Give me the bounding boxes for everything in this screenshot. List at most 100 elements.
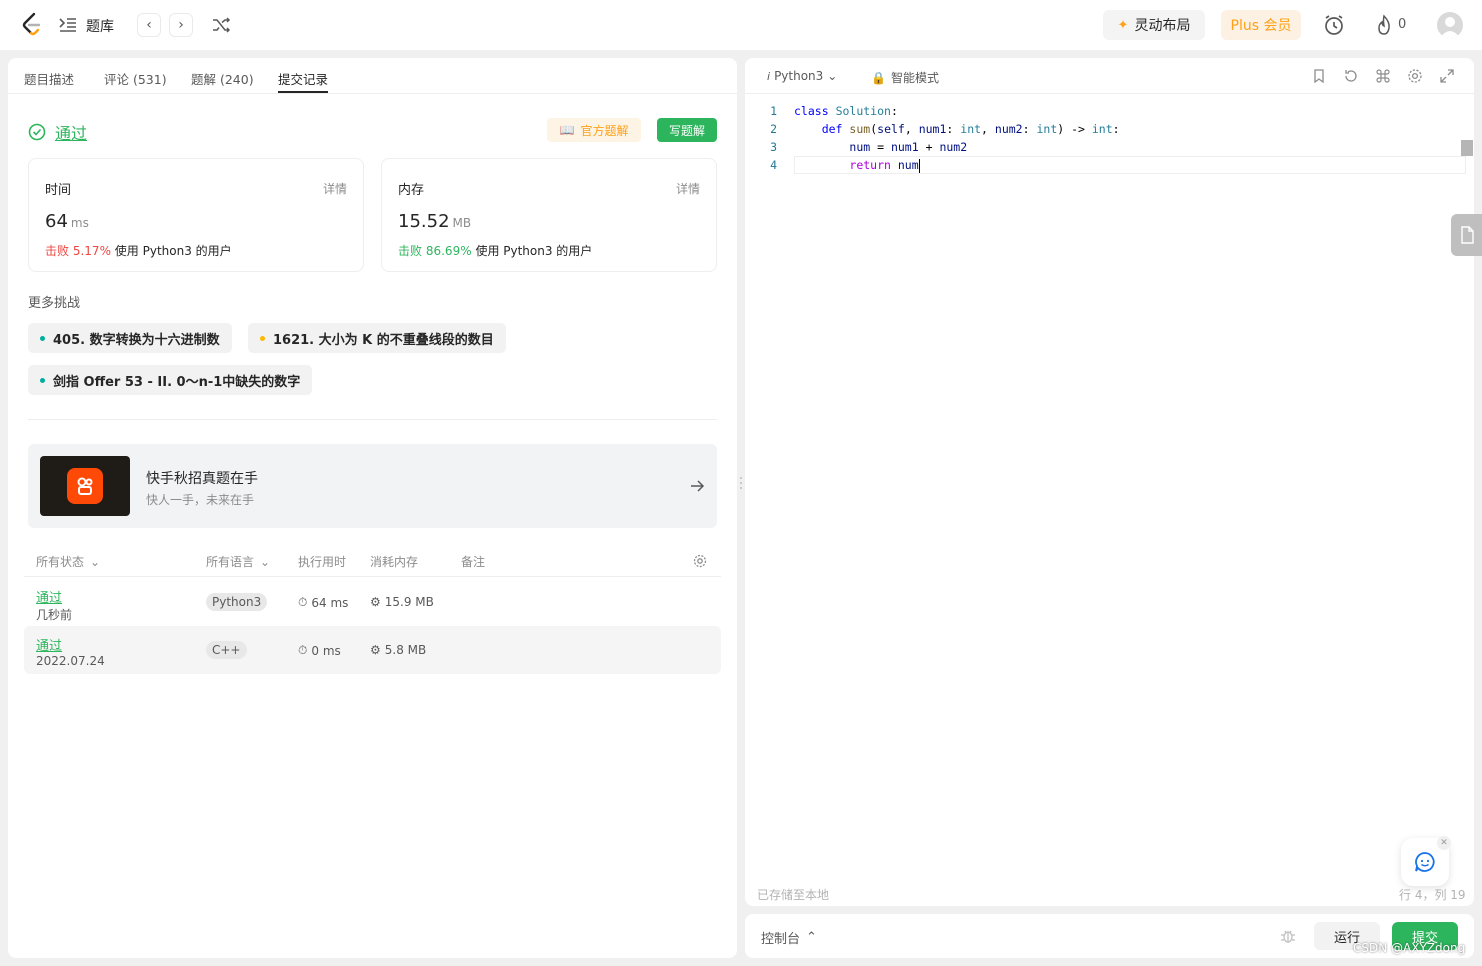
challenge-label: 剑指 Offer 53 - II. 0～n-1中缺失的数字 <box>53 374 301 390</box>
difficulty-dot <box>40 377 45 383</box>
bookmark-icon[interactable] <box>1311 68 1327 84</box>
avatar[interactable] <box>1437 12 1463 38</box>
tab-comments[interactable]: 评论 (531) <box>104 69 167 88</box>
close-icon[interactable]: ✕ <box>1437 836 1451 850</box>
code-editor-panel: i Python3 ⌄ 🔒 智能模式 1 class Solution: 2 d… <box>745 58 1474 906</box>
promo-banner[interactable]: 快手秋招真题在手 快人一手，未来在手 <box>28 444 717 528</box>
tab-submissions[interactable]: 提交记录 <box>278 69 328 88</box>
difficulty-dot <box>40 335 45 341</box>
language-filter-label: 所有语言 <box>206 555 255 569</box>
code-text: def sum(self, num1: int, num2: int) -> i… <box>821 122 1120 136</box>
check-circle-icon <box>28 123 46 141</box>
clock-icon: ⏱ <box>298 643 308 657</box>
runtime-beat-suffix: 使用 Python3 的用户 <box>114 244 232 258</box>
row-runtime: ⏱ 64 ms <box>298 595 348 610</box>
user-avatar-icon <box>1440 17 1460 38</box>
memory-header: 消耗内存 <box>370 555 419 569</box>
problem-bank-title[interactable]: 题库 <box>86 16 114 36</box>
chip-icon: ⚙ <box>370 595 381 609</box>
row-status[interactable]: 通过 <box>36 635 62 654</box>
fullscreen-icon[interactable] <box>1439 68 1455 84</box>
language-select[interactable]: i Python3 ⌄ <box>767 69 837 83</box>
table-row[interactable]: 通过 几秒前 Python3 ⏱ 64 ms ⚙ 15.9 MB <box>24 578 721 626</box>
line-number: 1 <box>770 104 777 118</box>
runtime-beat-prefix: 击败 <box>45 244 70 258</box>
kuaishou-logo-icon <box>67 468 103 504</box>
row-memory-value: 15.9 MB <box>384 595 434 609</box>
runtime-detail-link[interactable]: 详情 <box>323 180 347 197</box>
problem-list-icon[interactable] <box>58 15 78 35</box>
row-status[interactable]: 通过 <box>36 587 62 606</box>
row-time: 2022.07.24 <box>36 654 105 668</box>
notes-side-tab[interactable] <box>1451 214 1482 256</box>
next-problem-button[interactable]: › <box>169 13 193 37</box>
dynamic-layout-button[interactable]: ✦ 灵动布局 <box>1103 10 1205 40</box>
panel-resize-handle[interactable] <box>739 476 743 490</box>
row-time: 几秒前 <box>36 608 73 622</box>
fire-icon[interactable] <box>1375 14 1393 36</box>
active-tab-indicator <box>278 91 328 93</box>
row-memory-value: 5.8 MB <box>384 643 427 657</box>
scrollbar-thumb[interactable] <box>1461 140 1473 156</box>
memory-number: 15.52 <box>398 211 450 232</box>
code-line: 3 num = num1 + num2 <box>745 138 1474 156</box>
streak-count: 0 <box>1398 17 1407 32</box>
console-label: 控制台 <box>761 932 801 947</box>
status-filter[interactable]: 所有状态 ⌄ <box>36 553 100 570</box>
sparkle-icon: ✦ <box>1117 17 1129 33</box>
challenge-chip[interactable]: 剑指 Offer 53 - II. 0～n-1中缺失的数字 <box>28 365 313 395</box>
chevron-down-icon: ⌄ <box>90 554 101 569</box>
challenge-chip[interactable]: 405. 数字转换为十六进制数 <box>28 323 232 353</box>
row-runtime: ⏱ 0 ms <box>298 643 341 658</box>
more-challenges-title: 更多挑战 <box>28 296 81 311</box>
memory-beat-suffix: 使用 Python3 的用户 <box>475 244 593 258</box>
info-icon: i <box>767 69 771 83</box>
challenge-chip[interactable]: 1621. 大小为 K 的不重叠线段的数目 <box>248 323 506 353</box>
console-toggle[interactable]: 控制台 ⌃ <box>761 928 817 947</box>
chevron-right-icon: › <box>178 17 184 33</box>
reset-icon[interactable] <box>1343 68 1359 84</box>
code-area[interactable]: 1 class Solution: 2 def sum(self, num1: … <box>745 102 1474 174</box>
language-filter[interactable]: 所有语言 ⌄ <box>206 553 270 570</box>
memory-beat-percent: 86.69% <box>425 244 472 258</box>
prev-problem-button[interactable]: ‹ <box>137 13 161 37</box>
memory-unit: MB <box>452 216 472 230</box>
chevron-down-icon: ⌄ <box>827 69 838 83</box>
text-cursor <box>918 158 920 173</box>
line-number: 4 <box>770 158 777 172</box>
chat-icon <box>1415 852 1435 872</box>
official-solution-button[interactable]: 📖 官方题解 <box>547 118 641 142</box>
runtime-card: 时间 详情 64 ms 击败 5.17% 使用 Python3 的用户 <box>28 158 364 272</box>
table-row[interactable]: 通过 2022.07.24 C++ ⏱ 0 ms ⚙ 5.8 MB <box>24 626 721 674</box>
result-status-text[interactable]: 通过 <box>55 120 87 144</box>
tab-solutions[interactable]: 题解 (240) <box>191 69 254 88</box>
bug-icon[interactable] <box>1279 927 1297 945</box>
tab-description[interactable]: 题目描述 <box>24 69 74 88</box>
language-badge: Python3 <box>206 593 268 611</box>
promo-subtitle: 快人一手，未来在手 <box>146 493 255 507</box>
smart-mode-toggle[interactable]: 🔒 智能模式 <box>871 69 939 86</box>
leetcode-logo-icon[interactable] <box>20 12 44 38</box>
settings-icon[interactable] <box>1407 68 1423 84</box>
submission-panel: 题目描述 评论 (531) 题解 (240) 提交记录 通过 📖 官方题解 写题… <box>8 58 737 958</box>
code-text: class Solution: <box>794 104 898 118</box>
lock-icon: 🔒 <box>871 70 886 85</box>
command-icon[interactable] <box>1375 68 1391 84</box>
runtime-header: 执行用时 <box>298 555 347 569</box>
promo-title: 快手秋招真题在手 <box>146 471 258 487</box>
official-solution-label: 官方题解 <box>580 123 629 138</box>
row-runtime-value: 0 ms <box>311 643 341 658</box>
result-status: 通过 <box>28 120 87 144</box>
top-nav: 题库 ‹ › ✦ 灵动布局 Plus 会员 0 <box>0 0 1482 50</box>
memory-card: 内存 详情 15.52 MB 击败 86.69% 使用 Python3 的用户 <box>381 158 717 272</box>
write-solution-button[interactable]: 写题解 <box>657 118 717 142</box>
saved-status: 已存储至本地 <box>757 888 830 902</box>
section-divider <box>28 419 717 420</box>
language-badge: C++ <box>206 641 247 659</box>
plus-member-button[interactable]: Plus 会员 <box>1221 10 1301 40</box>
shuffle-icon[interactable] <box>210 14 232 36</box>
status-filter-label: 所有状态 <box>36 555 85 569</box>
alarm-clock-icon[interactable] <box>1322 13 1346 37</box>
memory-detail-link[interactable]: 详情 <box>676 180 700 197</box>
gear-icon[interactable] <box>693 554 707 568</box>
